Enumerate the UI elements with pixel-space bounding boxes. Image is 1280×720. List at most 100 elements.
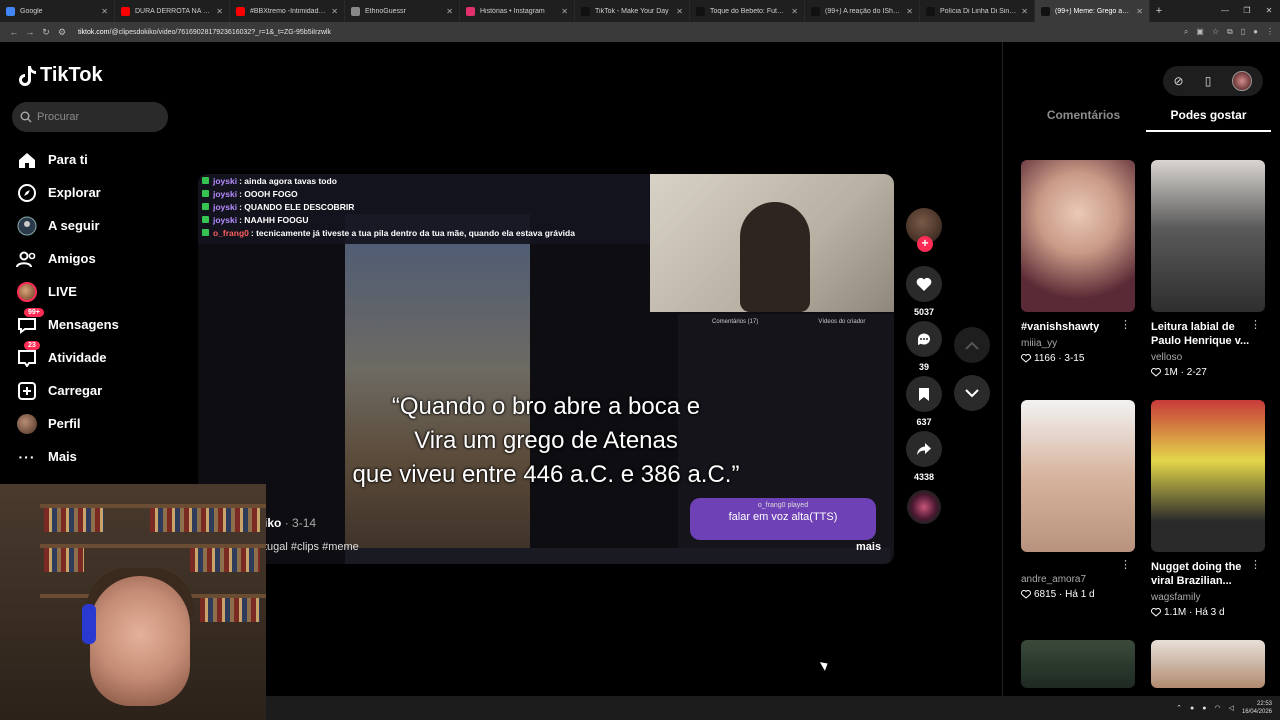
install-icon[interactable]: ▣ — [1196, 27, 1204, 37]
tab-close-icon[interactable]: ✕ — [331, 7, 338, 16]
minimize-icon[interactable]: — — [1214, 0, 1236, 22]
card-title[interactable]: Nugget doing the viral Brazilian... — [1151, 560, 1265, 588]
card-author[interactable]: velloso — [1151, 352, 1265, 363]
browser-tab[interactable]: (99+) Meme: Grego antig ✕ — [1035, 0, 1150, 22]
browser-tab[interactable]: (99+) A reação do IShowSpee ✕ — [805, 0, 920, 22]
volume-icon[interactable]: ◁ — [1229, 704, 1234, 712]
video-thumbnail[interactable] — [1151, 640, 1265, 688]
search-icon[interactable]: ⌕ — [1184, 27, 1188, 37]
card-author[interactable]: miiia_yy — [1021, 338, 1135, 349]
tab-close-icon[interactable]: ✕ — [791, 7, 798, 16]
follow-plus-icon[interactable]: + — [917, 236, 933, 252]
tab-label: Google — [20, 7, 43, 15]
browser-tab[interactable]: DURA DERROTA NA MEU SEC ✕ — [115, 0, 230, 22]
recommended-video-card[interactable]: andre_amora7 6815 · Há 1 d ⋮ — [1021, 400, 1135, 600]
close-window-icon[interactable]: ✕ — [1258, 0, 1280, 22]
previous-video-button[interactable] — [954, 327, 990, 363]
video-thumbnail[interactable] — [1151, 400, 1265, 552]
menu-icon[interactable]: ⋮ — [1266, 27, 1274, 37]
sidebar-item-explorar[interactable]: Explorar — [16, 176, 119, 209]
recommended-video-card[interactable]: Leitura labial de Paulo Henrique v... vel… — [1151, 160, 1265, 378]
sidebar-item-atividade[interactable]: 23 Atividade — [16, 340, 119, 374]
tab-close-icon[interactable]: ✕ — [1136, 7, 1143, 16]
recommended-video-card[interactable] — [1021, 640, 1135, 688]
next-video-button[interactable] — [954, 375, 990, 411]
tab-close-icon[interactable]: ✕ — [216, 7, 223, 16]
browser-tab[interactable]: Polícia Di Linha Di Sintra: Nov✕ — [920, 0, 1035, 22]
user-avatar[interactable] — [1232, 71, 1253, 91]
card-title[interactable]: #vanishshawty — [1021, 320, 1135, 334]
video-thumbnail[interactable] — [1021, 640, 1135, 688]
browser-tab[interactable]: Histórias • Instagram ✕ — [460, 0, 575, 22]
browser-tab[interactable]: TikTok - Make Your Day ✕ — [575, 0, 690, 22]
os-taskbar: ⌃ ● ● ◠ ◁ 22:53 16/04/2026 — [266, 696, 1280, 720]
tab-close-icon[interactable]: ✕ — [101, 7, 108, 16]
recommended-video-card[interactable]: Nugget doing the viral Brazilian... wagsf… — [1151, 400, 1265, 618]
music-disc-icon[interactable] — [907, 490, 941, 524]
save-button[interactable] — [906, 376, 942, 412]
tab-close-icon[interactable]: ✕ — [1021, 7, 1028, 16]
tray-app-icon[interactable]: ● — [1202, 705, 1206, 712]
tab-comments[interactable]: Comentários — [1021, 108, 1146, 132]
live-icon — [16, 281, 38, 303]
card-more-icon[interactable]: ⋮ — [1250, 318, 1261, 331]
tray-chevron-icon[interactable]: ⌃ — [1176, 704, 1182, 712]
card-author[interactable]: wagsfamily — [1151, 592, 1265, 603]
creator-avatar[interactable]: + — [906, 208, 942, 252]
sidebar-item-carregar[interactable]: Carregar — [16, 374, 119, 407]
new-tab-button[interactable]: + — [1150, 5, 1168, 17]
forward-icon[interactable]: → — [22, 27, 38, 37]
video-thumbnail[interactable] — [1151, 160, 1265, 312]
tab-close-icon[interactable]: ✕ — [676, 7, 683, 16]
bookmark-star-icon[interactable]: ☆ — [1212, 27, 1219, 37]
system-clock[interactable]: 22:53 16/04/2026 — [1242, 700, 1272, 716]
sidebar-item-amigos[interactable]: Amigos — [16, 242, 119, 275]
sidebar-item-a-seguir[interactable]: A seguir — [16, 209, 119, 242]
recommended-video-card[interactable] — [1151, 640, 1265, 688]
url-field[interactable]: tiktok.com/@clipesdokiko/video/761690281… — [78, 29, 1184, 36]
extensions-icon[interactable]: ⧉ — [1227, 27, 1233, 37]
share-button[interactable] — [906, 431, 942, 467]
browser-tab[interactable]: #BBXtremo -Intimidade do ca ✕ — [230, 0, 345, 22]
tab-close-icon[interactable]: ✕ — [561, 7, 568, 16]
more-link[interactable]: mais — [856, 541, 881, 553]
recommended-video-card[interactable]: #vanishshawty miiia_yy 1166 · 3-15 ⋮ — [1021, 160, 1135, 364]
tab-you-may-like[interactable]: Podes gostar — [1146, 108, 1271, 132]
video-author[interactable]: iko · 3-14 — [264, 516, 316, 530]
comment-icon — [918, 333, 930, 345]
card-more-icon[interactable]: ⋮ — [1120, 318, 1131, 331]
sidebar-icon[interactable]: ▯ — [1241, 27, 1245, 37]
tiktok-logo[interactable]: TikTok — [18, 64, 103, 87]
card-author[interactable]: andre_amora7 — [1021, 574, 1135, 585]
sidebar-item-live[interactable]: LIVE — [16, 275, 119, 308]
sidebar-item-perfil[interactable]: Perfil — [16, 407, 119, 440]
device-icon[interactable]: ▯ — [1205, 74, 1212, 88]
tab-close-icon[interactable]: ✕ — [446, 7, 453, 16]
video-hashtags[interactable]: tugal #clips #meme — [264, 541, 359, 553]
wifi-icon[interactable]: ◠ — [1214, 704, 1220, 712]
compass-icon[interactable]: ⊘ — [1174, 74, 1184, 88]
sidebar-item-mais[interactable]: ··· Mais — [16, 440, 119, 473]
tab-close-icon[interactable]: ✕ — [906, 7, 913, 16]
browser-tab[interactable]: EthnoGuessr ✕ — [345, 0, 460, 22]
search-input[interactable]: Procurar — [12, 102, 168, 132]
video-thumbnail[interactable] — [1021, 160, 1135, 312]
card-title[interactable]: Leitura labial de Paulo Henrique v... — [1151, 320, 1265, 348]
comment-button[interactable] — [906, 321, 942, 357]
sidebar-item-para-ti[interactable]: Para ti — [16, 143, 119, 176]
address-bar: ← → ↻ ⚙ tiktok.com/@clipesdokiko/video/7… — [0, 22, 1280, 42]
profile-icon[interactable]: ● — [1253, 27, 1258, 37]
card-more-icon[interactable]: ⋮ — [1250, 558, 1261, 571]
video-player[interactable]: Comentários (17) Vídeos do criador joysk… — [198, 174, 894, 564]
site-info-icon[interactable]: ⚙ — [54, 27, 70, 38]
like-button[interactable] — [906, 266, 942, 302]
video-thumbnail[interactable] — [1021, 400, 1135, 552]
sidebar-item-mensagens[interactable]: 99+ Mensagens — [16, 307, 119, 341]
tray-app-icon[interactable]: ● — [1190, 705, 1194, 712]
reload-icon[interactable]: ↻ — [38, 27, 54, 38]
browser-tab[interactable]: Google ✕ — [0, 0, 115, 22]
back-icon[interactable]: ← — [6, 27, 22, 37]
browser-tab[interactable]: Toque do Bebeto: Futebol e b ✕ — [690, 0, 805, 22]
maximize-icon[interactable]: ❐ — [1236, 0, 1258, 22]
card-more-icon[interactable]: ⋮ — [1120, 558, 1131, 571]
